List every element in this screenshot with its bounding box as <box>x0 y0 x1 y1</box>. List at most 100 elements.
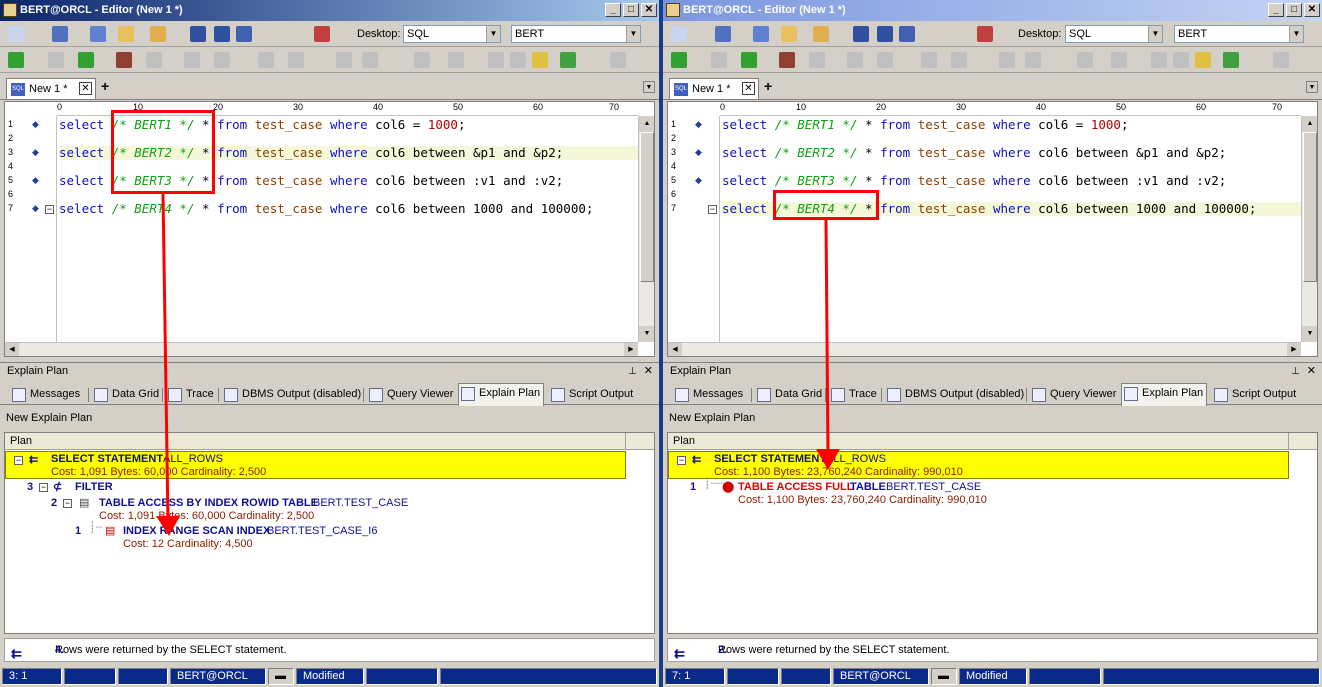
execute-script-icon[interactable] <box>78 52 94 68</box>
scroll-thumb[interactable] <box>1303 132 1317 282</box>
title-bar[interactable]: BERT@ORCL - Editor (New 1 *) _ □ ✕ <box>663 0 1322 21</box>
close-button[interactable]: ✕ <box>641 3 657 17</box>
tab-trace[interactable]: Trace <box>162 385 214 405</box>
tab-explain-plan[interactable]: Explain Plan <box>458 383 544 406</box>
scroll-down-icon[interactable]: ▼ <box>1302 326 1317 342</box>
step-icon[interactable] <box>921 52 937 68</box>
tab-query-viewer[interactable]: Query Viewer <box>363 385 453 405</box>
fold-toggle-icon[interactable]: − <box>708 205 717 214</box>
sql-editor[interactable]: 0 10 20 30 40 50 60 70 1 2 3 4 5 6 7 ◆ ◆… <box>667 101 1318 357</box>
run-icon[interactable] <box>1077 52 1093 68</box>
close-tab-icon[interactable]: ✕ <box>79 82 92 95</box>
pin-icon[interactable]: ⊥ <box>1291 364 1300 380</box>
scroll-left-icon[interactable]: ◀ <box>668 343 682 356</box>
execute-icon[interactable] <box>671 52 687 68</box>
break-icon[interactable] <box>999 52 1015 68</box>
horizontal-scrollbar[interactable]: ◀ ▶ <box>5 342 638 356</box>
paste-icon[interactable] <box>1173 52 1189 68</box>
open-folder-icon[interactable] <box>781 26 797 42</box>
save-icon[interactable] <box>853 26 869 42</box>
save-all-icon[interactable] <box>899 26 915 42</box>
close-tab-icon[interactable]: ✕ <box>742 82 755 95</box>
tab-dbms-output[interactable]: DBMS Output (disabled) <box>218 385 361 405</box>
scroll-up-icon[interactable]: ▲ <box>1302 116 1317 132</box>
copy-icon[interactable] <box>1151 52 1167 68</box>
collapse-icon[interactable]: − <box>677 456 686 465</box>
scroll-down-icon[interactable]: ▼ <box>639 326 654 342</box>
maximize-button[interactable]: □ <box>1286 3 1302 17</box>
step-icon[interactable] <box>258 52 274 68</box>
function-icon[interactable] <box>877 52 893 68</box>
trace-icon[interactable] <box>1111 52 1127 68</box>
recent-icon[interactable] <box>150 26 166 42</box>
tab-explain-plan[interactable]: Explain Plan <box>1121 383 1207 406</box>
tab-dbms-output[interactable]: DBMS Output (disabled) <box>881 385 1024 405</box>
execute-icon[interactable] <box>8 52 24 68</box>
wand-icon[interactable] <box>8 26 24 42</box>
format-icon[interactable] <box>184 52 200 68</box>
checklist-icon[interactable] <box>560 52 576 68</box>
options-icon[interactable] <box>1273 52 1289 68</box>
tab-new-1[interactable]: SQL New 1 * ✕ <box>669 78 759 99</box>
sql-icon[interactable] <box>52 26 68 42</box>
vertical-scrollbar[interactable]: ▲ ▼ <box>638 116 654 342</box>
scroll-left-icon[interactable]: ◀ <box>5 343 19 356</box>
sql-editor[interactable]: 0 10 20 30 40 50 60 70 1 2 3 4 5 6 7 ◆ ◆… <box>4 101 655 357</box>
explain-icon[interactable] <box>116 52 132 68</box>
save-as-icon[interactable] <box>877 26 893 42</box>
stop-icon[interactable] <box>48 52 64 68</box>
close-panel-icon[interactable]: ✕ <box>1307 363 1316 379</box>
save-as-icon[interactable] <box>214 26 230 42</box>
close-panel-icon[interactable]: ✕ <box>644 363 653 379</box>
watch-icon[interactable] <box>362 52 378 68</box>
open-folder-icon[interactable] <box>118 26 134 42</box>
break-icon[interactable] <box>336 52 352 68</box>
tab-script-output[interactable]: Script Output <box>1212 385 1296 405</box>
calendar-icon[interactable] <box>314 26 330 42</box>
desktop-select[interactable]: SQL ▼ <box>1065 25 1163 43</box>
scroll-right-icon[interactable]: ▶ <box>1287 343 1301 356</box>
fold-toggle-icon[interactable]: − <box>45 205 54 214</box>
collapse-icon[interactable]: − <box>14 456 23 465</box>
calendar-icon[interactable] <box>977 26 993 42</box>
close-button[interactable]: ✕ <box>1304 3 1320 17</box>
collapse-icon[interactable]: − <box>63 499 72 508</box>
maximize-button[interactable]: □ <box>623 3 639 17</box>
run-icon[interactable] <box>414 52 430 68</box>
tab-query-viewer[interactable]: Query Viewer <box>1026 385 1116 405</box>
tab-new-1[interactable]: SQL New 1 * ✕ <box>6 78 96 99</box>
recent-icon[interactable] <box>813 26 829 42</box>
tab-data-grid[interactable]: Data Grid <box>88 385 159 405</box>
add-tab-icon[interactable]: + <box>764 78 772 94</box>
explain-plan-tree[interactable]: Plan − ⇇ SELECT STATEMENT ALL_ROWS Cost:… <box>4 432 655 634</box>
tab-script-output[interactable]: Script Output <box>549 385 633 405</box>
save-all-icon[interactable] <box>236 26 252 42</box>
scroll-up-icon[interactable]: ▲ <box>639 116 654 132</box>
disconnect-icon[interactable] <box>90 26 106 42</box>
tab-messages[interactable]: Messages <box>673 385 743 405</box>
stop-icon[interactable] <box>711 52 727 68</box>
add-tab-icon[interactable]: + <box>101 78 109 94</box>
pin-icon[interactable]: ⊥ <box>628 364 637 380</box>
save-icon[interactable] <box>190 26 206 42</box>
chevron-down-icon[interactable]: ▼ <box>1306 81 1318 93</box>
copy-icon[interactable] <box>488 52 504 68</box>
horizontal-scrollbar[interactable]: ◀ ▶ <box>668 342 1301 356</box>
schema-select[interactable]: BERT ▼ <box>1174 25 1304 43</box>
explain-icon[interactable] <box>779 52 795 68</box>
function-icon[interactable] <box>214 52 230 68</box>
minimize-button[interactable]: _ <box>605 3 621 17</box>
execute-script-icon[interactable] <box>741 52 757 68</box>
wand-icon[interactable] <box>671 26 687 42</box>
tab-trace[interactable]: Trace <box>825 385 877 405</box>
options-icon[interactable] <box>610 52 626 68</box>
watch-icon[interactable] <box>1025 52 1041 68</box>
paste-icon[interactable] <box>510 52 526 68</box>
sql-icon[interactable] <box>288 52 304 68</box>
minimize-button[interactable]: _ <box>1268 3 1284 17</box>
vertical-scrollbar[interactable]: ▲ ▼ <box>1301 116 1317 342</box>
clipboard-icon[interactable] <box>1195 52 1211 68</box>
sql-icon[interactable] <box>715 26 731 42</box>
scroll-right-icon[interactable]: ▶ <box>624 343 638 356</box>
debug-icon[interactable] <box>146 52 162 68</box>
